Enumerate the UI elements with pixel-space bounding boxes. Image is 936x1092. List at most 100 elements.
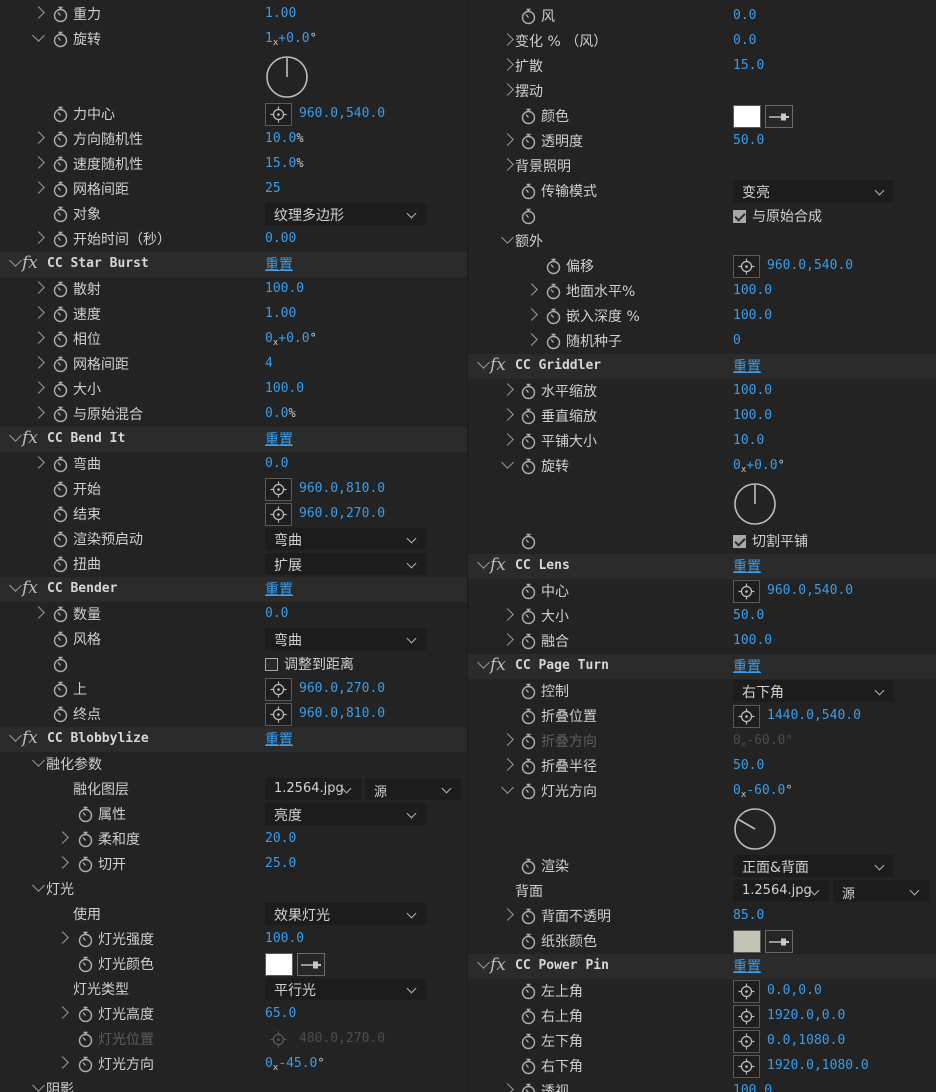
- reset-link[interactable]: 重置: [265, 579, 293, 599]
- stopwatch-icon[interactable]: [521, 983, 536, 1000]
- reset-link[interactable]: 重置: [265, 254, 293, 274]
- stopwatch-icon[interactable]: [53, 456, 68, 473]
- stopwatch-icon[interactable]: [53, 631, 68, 648]
- stopwatch-icon[interactable]: [53, 306, 68, 323]
- number-value[interactable]: 100.0: [733, 633, 772, 648]
- value-field[interactable]: 0.0: [733, 8, 756, 23]
- value-field[interactable]: 0x-60.0°: [733, 733, 793, 750]
- stopwatch-icon[interactable]: [521, 8, 536, 25]
- point-value[interactable]: 0.0,0.0: [767, 983, 822, 998]
- stopwatch-icon[interactable]: [53, 131, 68, 148]
- stopwatch-icon[interactable]: [521, 858, 536, 875]
- chevron-right-icon[interactable]: [525, 333, 538, 346]
- number-value[interactable]: 25.0: [265, 856, 296, 871]
- fx-icon[interactable]: fx: [22, 428, 38, 448]
- fx-icon[interactable]: fx: [22, 253, 38, 273]
- fx-icon[interactable]: fx: [490, 955, 506, 975]
- stopwatch-icon[interactable]: [53, 481, 68, 498]
- value-field[interactable]: 100.0: [265, 281, 304, 296]
- number-value[interactable]: 50.0: [733, 133, 764, 148]
- stopwatch-icon[interactable]: [53, 506, 68, 523]
- dropdown-select[interactable]: 亮度: [265, 803, 426, 825]
- number-value[interactable]: 0.0: [265, 406, 288, 421]
- chevron-right-icon[interactable]: [56, 831, 69, 844]
- chevron-right-icon[interactable]: [32, 306, 45, 319]
- stopwatch-icon[interactable]: [53, 556, 68, 573]
- stopwatch-icon[interactable]: [521, 1033, 536, 1050]
- value-field[interactable]: 0x-45.0°: [265, 1056, 325, 1073]
- point-value[interactable]: 960.0,270.0: [299, 506, 385, 521]
- stopwatch-icon[interactable]: [78, 931, 93, 948]
- degrees-value[interactable]: +0.0: [746, 458, 777, 473]
- chevron-right-icon[interactable]: [32, 456, 45, 469]
- chevron-right-icon[interactable]: [32, 406, 45, 419]
- checkbox[interactable]: [265, 658, 278, 671]
- crosshair-icon[interactable]: [265, 103, 292, 126]
- stopwatch-icon[interactable]: [521, 933, 536, 950]
- stopwatch-icon[interactable]: [521, 433, 536, 450]
- number-value[interactable]: 4: [265, 356, 273, 371]
- number-value[interactable]: 1.00: [265, 6, 296, 21]
- reset-link[interactable]: 重置: [733, 656, 761, 676]
- chevron-down-icon[interactable]: [501, 231, 514, 244]
- dropdown-select[interactable]: 正面&背面: [733, 855, 894, 877]
- eyedropper-icon[interactable]: [297, 953, 325, 976]
- chevron-right-icon[interactable]: [525, 283, 538, 296]
- chevron-right-icon[interactable]: [525, 308, 538, 321]
- value-field[interactable]: 0x-60.0°: [733, 783, 793, 800]
- reset-link[interactable]: 重置: [733, 956, 761, 976]
- number-value[interactable]: 100.0: [733, 308, 772, 323]
- chevron-down-icon[interactable]: [501, 456, 514, 469]
- chevron-right-icon[interactable]: [501, 433, 514, 446]
- chevron-right-icon[interactable]: [32, 131, 45, 144]
- chevron-right-icon[interactable]: [501, 633, 514, 646]
- chevron-right-icon[interactable]: [32, 606, 45, 619]
- stopwatch-icon[interactable]: [521, 533, 536, 550]
- stopwatch-icon[interactable]: [521, 458, 536, 475]
- stopwatch-icon[interactable]: [521, 208, 536, 225]
- chevron-down-icon[interactable]: [501, 781, 514, 794]
- crosshair-icon[interactable]: [733, 255, 760, 278]
- value-field[interactable]: 100.0: [265, 931, 304, 946]
- value-field[interactable]: 100.0: [733, 283, 772, 298]
- crosshair-icon[interactable]: [733, 580, 760, 603]
- degrees-value[interactable]: -60.0: [746, 783, 785, 798]
- reset-link[interactable]: 重置: [733, 556, 761, 576]
- stopwatch-icon[interactable]: [53, 181, 68, 198]
- chevron-right-icon[interactable]: [32, 231, 45, 244]
- stopwatch-icon[interactable]: [521, 783, 536, 800]
- stopwatch-icon[interactable]: [521, 583, 536, 600]
- reset-link[interactable]: 重置: [265, 729, 293, 749]
- stopwatch-icon[interactable]: [53, 31, 68, 48]
- chevron-right-icon[interactable]: [56, 931, 69, 944]
- chevron-down-icon[interactable]: [32, 29, 45, 42]
- number-value[interactable]: 0.0: [733, 33, 756, 48]
- chevron-right-icon[interactable]: [501, 1083, 514, 1092]
- reset-link[interactable]: 重置: [733, 356, 761, 376]
- dropdown-select[interactable]: 弯曲: [265, 628, 426, 650]
- value-field[interactable]: 25.0: [265, 856, 296, 871]
- crosshair-icon[interactable]: [733, 980, 760, 1003]
- chevron-right-icon[interactable]: [56, 856, 69, 869]
- point-value[interactable]: 960.0,540.0: [767, 583, 853, 598]
- revolutions-value[interactable]: 0: [733, 733, 741, 748]
- value-field[interactable]: 65.0: [265, 1006, 296, 1021]
- chevron-right-icon[interactable]: [32, 281, 45, 294]
- number-value[interactable]: 15.0: [733, 58, 764, 73]
- crosshair-icon[interactable]: [733, 705, 760, 728]
- value-field[interactable]: 0.00: [265, 231, 296, 246]
- stopwatch-icon[interactable]: [546, 308, 561, 325]
- collapse-chevron-icon[interactable]: [9, 429, 22, 442]
- color-swatch[interactable]: [733, 105, 761, 128]
- dropdown-select[interactable]: 变亮: [733, 180, 894, 202]
- crosshair-icon[interactable]: [265, 1028, 292, 1051]
- chevron-down-icon[interactable]: [32, 879, 45, 892]
- stopwatch-icon[interactable]: [521, 633, 536, 650]
- stopwatch-icon[interactable]: [78, 1056, 93, 1073]
- number-value[interactable]: 100.0: [733, 283, 772, 298]
- stopwatch-icon[interactable]: [521, 133, 536, 150]
- checkbox[interactable]: [733, 535, 746, 548]
- dropdown-select[interactable]: 平行光: [265, 978, 426, 1000]
- point-value[interactable]: 960.0,540.0: [299, 106, 385, 121]
- layer-dropdown[interactable]: 1.2564.jpg: [265, 778, 361, 800]
